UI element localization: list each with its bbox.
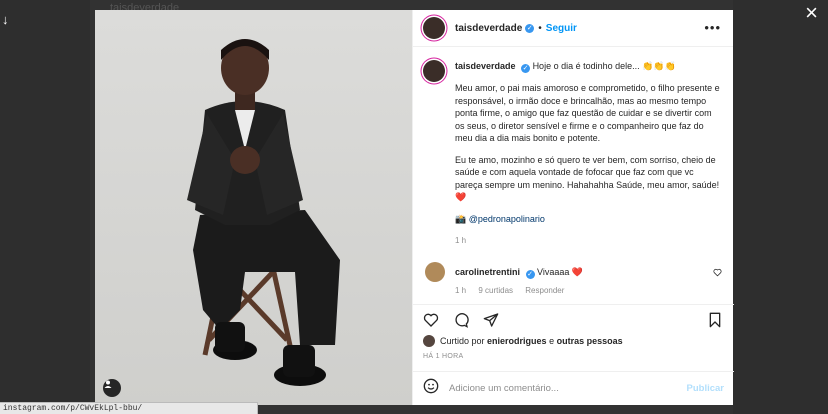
- comment-time: 1 h: [455, 285, 467, 295]
- tag-user-icon[interactable]: [103, 379, 121, 397]
- comment-likes[interactable]: 9 curtidas: [478, 286, 513, 295]
- action-icons: [423, 305, 724, 335]
- comment-icon[interactable]: [453, 312, 469, 328]
- separator-dot: •: [538, 22, 542, 34]
- verified-icon: ✓: [521, 64, 531, 73]
- more-icon[interactable]: •••: [704, 20, 721, 35]
- comment-body: carolinetrentini ✓ Vivaaaa ❤️ 1 h 9 curt…: [455, 262, 723, 298]
- post-actions: Curtido por enierodrigues e outras pesso…: [413, 304, 734, 405]
- liker-avatar[interactable]: [423, 335, 435, 347]
- caption-intro: Hoje o dia é todinho dele... 👏👏👏: [532, 61, 676, 71]
- commenter-avatar[interactable]: [425, 261, 445, 282]
- comment-meta: 1 h 9 curtidas Responder: [455, 285, 723, 298]
- liked-user[interactable]: enierodrigues: [487, 336, 547, 346]
- comment-like-icon[interactable]: [713, 268, 722, 277]
- caption-paragraph-1: Meu amor, o pai mais amoroso e compromet…: [455, 83, 720, 143]
- post-side-panel: taisdeverdade ✓ • Seguir ••• taisdeverda…: [412, 10, 734, 405]
- share-icon[interactable]: [483, 312, 499, 328]
- comment-reply-button[interactable]: Responder: [525, 286, 564, 295]
- post-timestamp[interactable]: HÁ 1 HORA: [423, 353, 724, 360]
- commenter-username[interactable]: carolinetrentini: [455, 267, 520, 277]
- follow-button[interactable]: Seguir: [546, 23, 577, 34]
- add-comment-bar: Publicar: [413, 371, 734, 405]
- caption-username[interactable]: taisdeverdade: [455, 61, 516, 71]
- liked-by: Curtido por enierodrigues e outras pesso…: [423, 335, 724, 347]
- comments-area[interactable]: taisdeverdade ✓ Hoje o dia é todinho del…: [413, 48, 734, 304]
- caption-text: taisdeverdade ✓ Hoje o dia é todinho del…: [455, 60, 723, 248]
- liked-others[interactable]: outras pessoas: [557, 336, 623, 346]
- status-bar-url: instagram.com/p/CWvEkLpl-bbu/: [0, 402, 258, 414]
- verified-icon: ✓: [525, 269, 535, 279]
- background-left: [0, 0, 90, 414]
- author-avatar[interactable]: [423, 17, 445, 39]
- comment-text: Vivaaaa ❤️: [537, 266, 584, 277]
- background-right: [733, 0, 828, 414]
- add-comment-input[interactable]: [449, 383, 669, 394]
- caption-timestamp: 1 h: [455, 236, 467, 245]
- publish-button[interactable]: Publicar: [687, 383, 725, 394]
- caption-paragraph-2: Eu te amo, mozinho e só quero te ver bem…: [455, 154, 720, 203]
- emoji-icon[interactable]: [423, 378, 439, 399]
- heart-icon[interactable]: [423, 312, 439, 328]
- author-username[interactable]: taisdeverdade: [455, 23, 522, 34]
- save-icon[interactable]: [708, 312, 722, 333]
- back-arrow-icon[interactable]: ↓: [2, 12, 9, 27]
- liked-prefix: Curtido por: [440, 336, 485, 346]
- post-photo[interactable]: [95, 10, 412, 405]
- comment-item: carolinetrentini ✓ Vivaaaa ❤️ 1 h 9 curt…: [423, 261, 724, 298]
- post-modal: taisdeverdade ✓ • Seguir ••• taisdeverda…: [95, 10, 734, 405]
- post-header: taisdeverdade ✓ • Seguir •••: [413, 10, 733, 47]
- caption-avatar[interactable]: [423, 60, 445, 82]
- close-icon[interactable]: ×: [805, 2, 818, 24]
- photo-credit-link[interactable]: 📸 @pedronapolinario: [455, 213, 723, 226]
- photo-illustration: [187, 39, 340, 386]
- verified-icon: ✓: [525, 23, 535, 33]
- liked-mid: e: [549, 336, 555, 346]
- caption: taisdeverdade ✓ Hoje o dia é todinho del…: [423, 60, 724, 248]
